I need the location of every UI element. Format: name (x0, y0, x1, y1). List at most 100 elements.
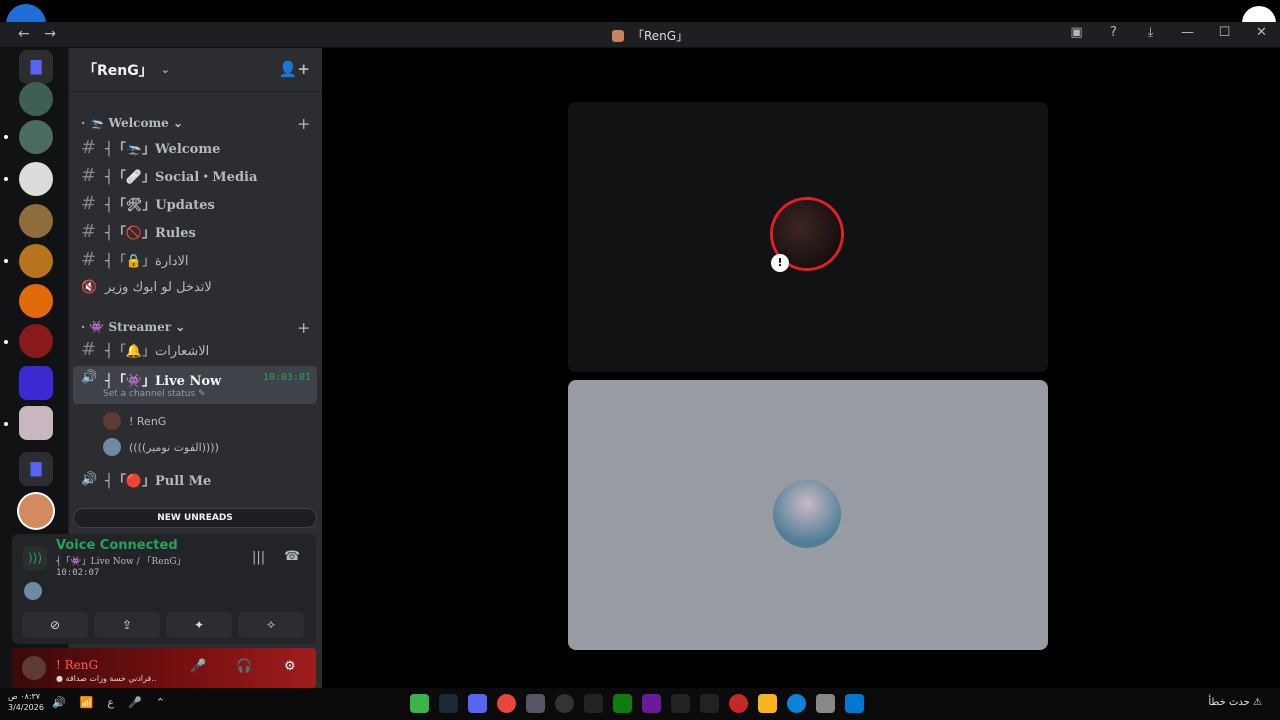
locked-channel-icon: # (81, 248, 97, 270)
server-icon[interactable] (19, 82, 53, 116)
server-icon[interactable] (19, 366, 53, 400)
chevron-up-icon[interactable]: ⌃ (156, 696, 165, 709)
server-icon[interactable] (19, 120, 53, 154)
camera-off-button[interactable]: ⊘ (22, 612, 88, 638)
settings-gear-icon[interactable]: ⚙ (284, 659, 296, 674)
window-tools: ▣ ? ⤓ — ☐ ✕ (1058, 25, 1280, 40)
app-icon[interactable] (642, 694, 661, 713)
new-unreads-button[interactable]: NEW UNREADS (73, 508, 317, 528)
steam-icon[interactable] (439, 694, 458, 713)
voice-location[interactable]: ┤「👾」Live Now / 「RenG」 (56, 554, 186, 567)
unread-pill (4, 340, 8, 344)
channel-item[interactable]: # ┤「🛬」Welcome (73, 134, 317, 160)
user-name[interactable]: ! RenG (56, 658, 98, 672)
server-icon[interactable] (19, 204, 53, 238)
noise-suppression-icon[interactable]: ||| (252, 550, 265, 565)
soundboard-button[interactable]: ✧ (238, 612, 304, 638)
disconnect-icon[interactable]: ☎ (284, 549, 300, 564)
minimize-button[interactable]: — (1169, 25, 1206, 40)
signal-icon[interactable]: ))) (23, 546, 47, 570)
server-icon[interactable] (19, 284, 53, 318)
top-strip (0, 0, 1280, 44)
channel-item[interactable]: # ┤「🔒」الادارة (73, 246, 317, 272)
app-icon[interactable] (700, 694, 719, 713)
server-icon-active[interactable] (19, 494, 53, 528)
voice-user[interactable]: ((((الفوت نومير)))) (103, 438, 219, 456)
participant-tile[interactable] (568, 380, 1048, 650)
voice-user-name: ((((الفوت نومير)))) (129, 440, 219, 454)
xbox-icon[interactable] (613, 694, 632, 713)
microphone-tray-icon[interactable]: 🎤 (128, 696, 142, 709)
server-folder-icon[interactable]: ▇ (19, 50, 53, 84)
user-status: ● فرادني خسة وزات صداقة.. (56, 674, 157, 683)
server-icon[interactable] (19, 244, 53, 278)
close-button[interactable]: ✕ (1243, 25, 1280, 40)
create-channel-icon[interactable]: + (297, 114, 310, 133)
channel-item[interactable]: # ┤「🚫」Rules (73, 218, 317, 244)
wifi-icon[interactable]: 📶 (80, 696, 94, 709)
server-folder-icon[interactable]: ▇ (19, 452, 53, 486)
voice-elapsed: 10:02:07 (56, 568, 100, 578)
obs-icon[interactable] (555, 694, 574, 713)
screen-share-button[interactable]: ⇪ (94, 612, 160, 638)
windows-start-icon[interactable] (845, 694, 864, 713)
voice-user[interactable]: ! RenG (103, 412, 166, 430)
settings-app-icon[interactable] (526, 694, 545, 713)
download-icon[interactable]: ⤓ (1132, 25, 1169, 40)
clock-date: 3/4/2026 (8, 703, 44, 712)
participant-tile[interactable]: ! (568, 102, 1048, 372)
activities-button[interactable]: ✦ (166, 612, 232, 638)
maximize-button[interactable]: ☐ (1206, 25, 1243, 40)
category-streamer[interactable]: · 👾 Streamer ⌄ + (81, 318, 310, 337)
window-title: 「RenG」 (612, 27, 688, 44)
forward-arrow-icon[interactable]: → (44, 26, 56, 42)
voice-connected-label[interactable]: Voice Connected (56, 538, 178, 553)
clock-time: ٠٨:٣٧ ص (8, 692, 41, 701)
channel-item[interactable]: # ┤「🛠」Updates (73, 190, 317, 216)
microphone-icon[interactable]: 🎤 (190, 659, 206, 674)
app-icon[interactable] (584, 694, 603, 713)
server-icon[interactable] (19, 324, 53, 358)
app-icon[interactable] (816, 694, 835, 713)
input-language-icon[interactable]: ع (107, 696, 114, 709)
channel-name: ┤「🛬」Welcome (105, 141, 221, 157)
capcut-icon[interactable] (671, 694, 690, 713)
help-icon[interactable]: ? (1095, 25, 1132, 40)
server-favicon-icon (612, 29, 624, 42)
add-member-icon[interactable]: 👤+ (279, 60, 310, 78)
edge-icon[interactable] (787, 694, 806, 713)
avatar (103, 438, 121, 456)
clock[interactable]: ٠٨:٣٧ ص 3/4/2026 (8, 691, 44, 713)
channel-item[interactable]: 🔊 ┤「🔴」Pull Me (73, 466, 317, 492)
channel-name: لاتدخل لو ابوك وزير (105, 279, 212, 295)
app-icon[interactable] (729, 694, 748, 713)
discord-icon[interactable] (468, 694, 487, 713)
channel-name: ┤「🔔」الاشعارات (105, 343, 210, 359)
title-bar: ← → 「RenG」 ▣ ? ⤓ — ☐ ✕ (0, 22, 1280, 48)
create-channel-icon[interactable]: + (297, 318, 310, 337)
server-icon[interactable] (19, 406, 53, 440)
headphones-icon[interactable]: 🎧 (236, 659, 252, 674)
file-explorer-icon[interactable] (758, 694, 777, 713)
category-welcome[interactable]: · 🛬 Welcome ⌄ + (81, 114, 310, 133)
inbox-icon[interactable]: ▣ (1058, 25, 1095, 40)
chrome-icon[interactable] (497, 694, 516, 713)
channel-item[interactable]: # ┤「🩹」Social・Media (73, 162, 317, 188)
window-title-text: 「RenG」 (632, 29, 689, 43)
channel-item-active[interactable]: 🔊 ┤「👾」Live Now 10:03:01 Set a channel st… (73, 366, 317, 404)
channel-item[interactable]: # ┤「🔔」الاشعارات (73, 336, 317, 362)
volume-icon[interactable]: 🔊 (52, 696, 66, 709)
avatar[interactable] (22, 656, 46, 680)
channel-name: ┤「🛠」Updates (105, 197, 215, 213)
nav-buttons: ← → (18, 26, 66, 42)
guild-header[interactable]: 「RenG」 ⌄ 👤+ (69, 48, 322, 92)
app-icon[interactable] (410, 694, 429, 713)
voice-stage: ! (322, 48, 1280, 688)
back-arrow-icon[interactable]: ← (18, 26, 30, 42)
server-icon[interactable] (19, 162, 53, 196)
notification-text[interactable]: حدث خطأ ⚠ (1208, 697, 1262, 708)
channel-status[interactable]: Set a channel status ✎ (103, 389, 206, 399)
channel-item[interactable]: 🔇 لاتدخل لو ابوك وزير (73, 274, 317, 300)
channel-name: ┤「🚫」Rules (105, 225, 196, 241)
participant-avatar (773, 480, 841, 548)
